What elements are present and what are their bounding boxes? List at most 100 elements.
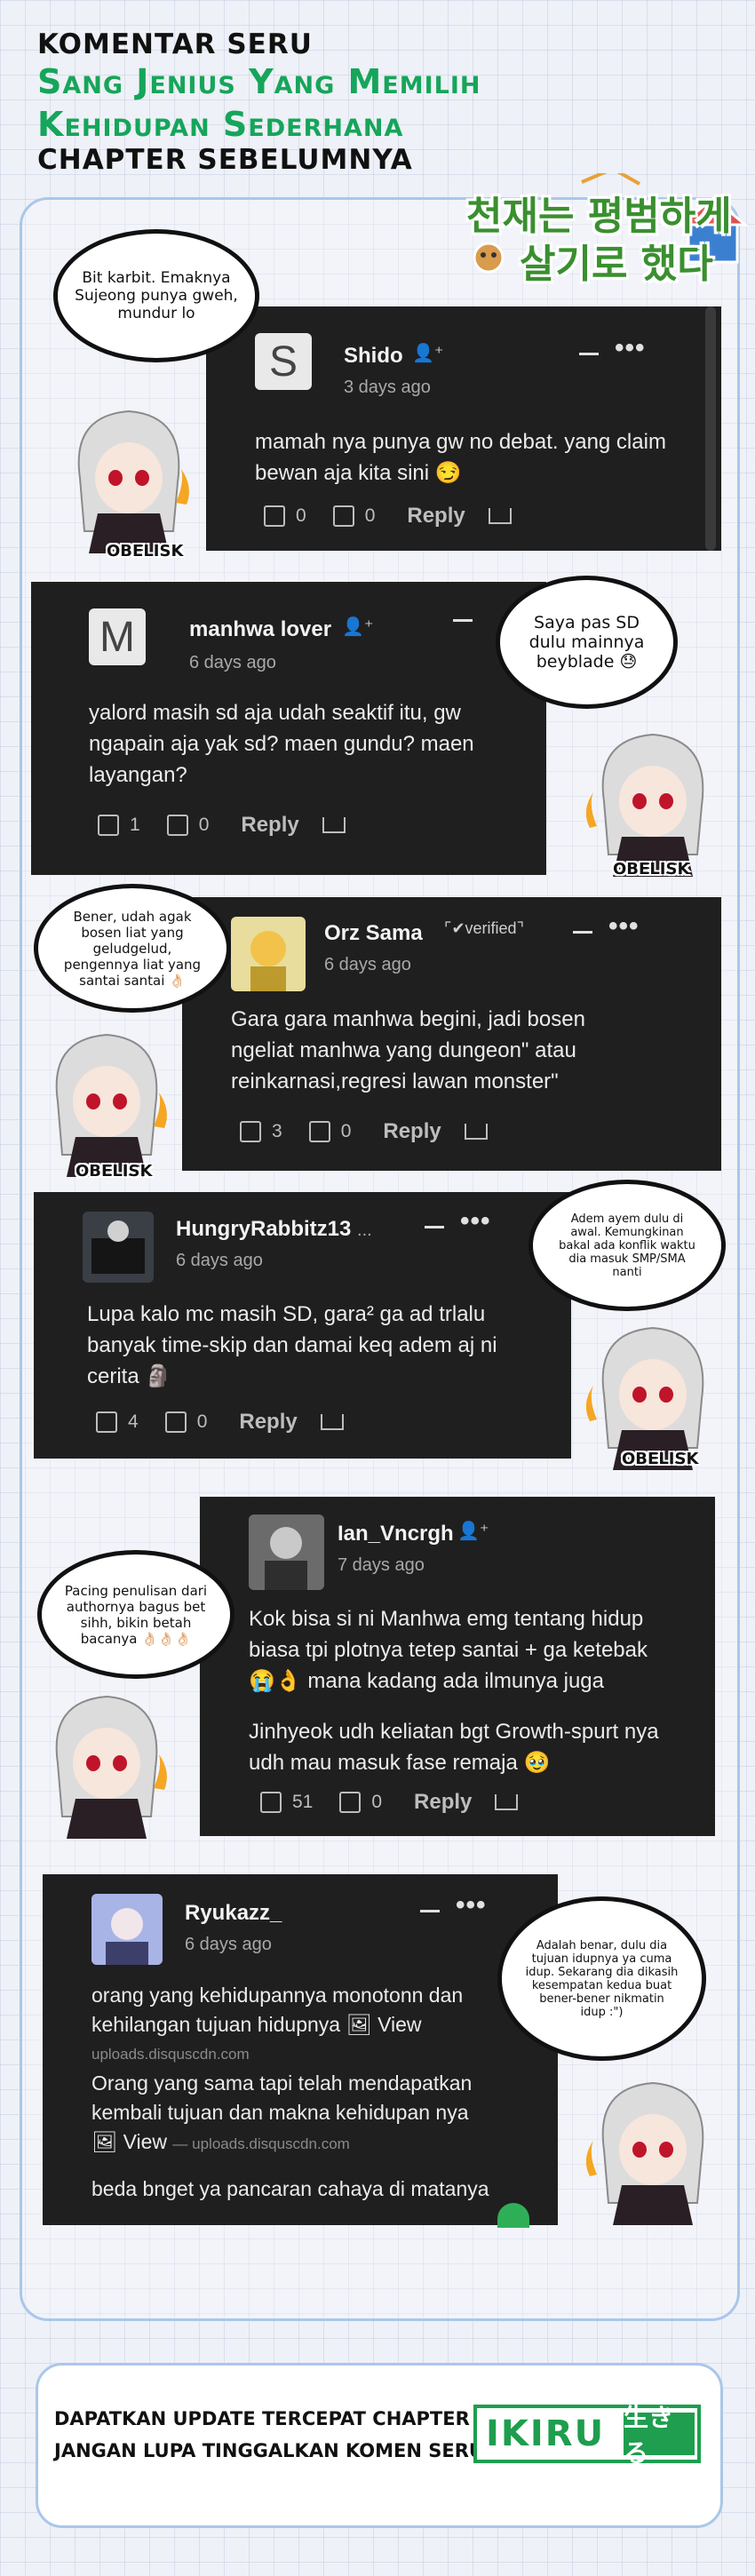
upvote-icon[interactable] — [240, 1121, 261, 1142]
username-truncation: ... — [357, 1220, 372, 1240]
collapse-icon[interactable] — [425, 1226, 444, 1228]
upvote-count: 0 — [296, 505, 306, 526]
comment-line: biasa tpi plotnya tetep santai + ga kete… — [249, 1638, 648, 1662]
comment-actions: 3 0 Reply — [240, 1119, 488, 1144]
reply-button[interactable]: Reply — [239, 1410, 297, 1435]
comment-date[interactable]: 6 days ago — [185, 1935, 272, 1955]
collapse-icon[interactable] — [453, 619, 473, 622]
speech-bubble: Saya pas SD dulu mainnya beyblade 😓 — [496, 576, 678, 709]
share-icon[interactable] — [464, 1124, 488, 1140]
downvote-icon[interactable] — [308, 1121, 330, 1142]
more-options-icon[interactable]: ••• — [615, 333, 646, 363]
comment-card: M manhwa lover 👤⁺ 6 days ago yalord masi… — [31, 582, 546, 875]
share-icon[interactable] — [322, 817, 346, 833]
bubble-text: Saya pas SD dulu mainnya beyblade 😓 — [528, 613, 645, 672]
character-tag: OBELISK — [613, 860, 690, 879]
character-illustration — [585, 1315, 719, 1470]
username-text: HungryRabbitz13 — [176, 1217, 352, 1241]
downvote-icon[interactable] — [166, 815, 188, 836]
character-drawing — [55, 1695, 167, 1839]
comment-text: orang yang kehidupannya monotonn dan keh… — [91, 1981, 489, 2204]
reply-button[interactable]: Reply — [407, 504, 465, 529]
character-tag: OBELISK — [107, 542, 184, 561]
downvote-icon[interactable] — [339, 1792, 362, 1813]
comment-date[interactable]: 3 days ago — [344, 378, 431, 398]
bubble-text: Adalah benar, dulu dia tujuan idupnya ya… — [525, 1938, 679, 2019]
bubble-text: Bener, udah agak bosen liat yang geludge… — [63, 908, 202, 989]
comment-actions: 4 0 Reply — [96, 1410, 344, 1435]
reply-button[interactable]: Reply — [414, 1790, 472, 1815]
comment-username[interactable]: Shido — [344, 344, 403, 369]
upvote-icon[interactable] — [98, 815, 119, 836]
avatar[interactable] — [231, 917, 306, 991]
more-options-icon[interactable]: ••• — [460, 1206, 491, 1236]
avatar[interactable]: M — [89, 608, 146, 665]
character-illustration — [585, 721, 719, 877]
link-domain[interactable]: uploads.disquscdn.com — [91, 2039, 489, 2069]
speech-bubble: Bit karbit. Emaknya Sujeong punya gweh, … — [53, 229, 259, 362]
upvote-icon[interactable] — [96, 1411, 117, 1433]
comment-username[interactable]: HungryRabbitz13 ... — [176, 1217, 372, 1242]
collapse-icon[interactable] — [579, 353, 599, 355]
image-icon: 🖼 — [91, 2130, 118, 2153]
downvote-count: 0 — [364, 505, 376, 526]
series-logo: 천재는 평범하게 살기로 했다 — [449, 173, 755, 293]
comment-date[interactable]: 6 days ago — [189, 653, 276, 673]
scrollbar[interactable] — [705, 306, 716, 551]
collapse-icon[interactable] — [573, 931, 592, 934]
verified-badge: ⌜✔verified⌝ — [444, 919, 524, 937]
upvote-icon[interactable] — [260, 1792, 282, 1813]
reply-button[interactable]: Reply — [383, 1119, 441, 1144]
avatar[interactable] — [91, 1894, 163, 1965]
avatar[interactable]: S — [255, 333, 312, 390]
follow-user-icon[interactable]: 👤⁺ — [457, 1520, 489, 1542]
comment-text: Lupa kalo mc masih SD, gara² ga ad trlal… — [87, 1299, 497, 1392]
reply-button[interactable]: Reply — [241, 813, 298, 838]
downvote-icon[interactable] — [332, 505, 354, 527]
chapter-label: CHAPTER SEBELUMNYA — [37, 144, 413, 176]
speech-bubble: Adem ayem dulu di awal. Kemungkinan baka… — [528, 1180, 726, 1311]
comment-card: Ryukazz_ ••• 6 days ago orang yang kehid… — [43, 1874, 558, 2225]
comment-actions: 1 0 Reply — [98, 813, 346, 838]
follow-user-icon[interactable]: 👤⁺ — [412, 342, 443, 364]
character-illustration — [40, 1683, 173, 1839]
avatar[interactable] — [83, 1212, 154, 1283]
more-options-icon[interactable]: ••• — [608, 911, 640, 942]
comment-line: ngeliat manhwa yang dungeon" atau — [231, 1038, 576, 1062]
more-options-icon[interactable]: ••• — [456, 1890, 487, 1920]
collapse-icon[interactable] — [420, 1910, 440, 1912]
comment-line: kembali tujuan dan makna kehidupan nya — [91, 2101, 469, 2124]
comment-line: banyak time-skip dan damai keq adem aj n… — [87, 1333, 497, 1357]
bubble-text: Pacing penulisan dari authornya bagus be… — [64, 1582, 208, 1647]
comment-line: beda bnget ya pancaran cahaya di matanya — [91, 2177, 489, 2200]
brand-jp: 生きる — [624, 2404, 695, 2467]
comment-username[interactable]: Ryukazz_ — [185, 1901, 282, 1926]
comment-date[interactable]: 6 days ago — [176, 1251, 263, 1271]
series-title-line1: Sang Jenius Yang Memilih — [37, 62, 481, 101]
view-link[interactable]: View — [378, 2013, 421, 2036]
link-domain[interactable]: — uploads.disquscdn.com — [172, 2135, 349, 2152]
share-icon[interactable] — [488, 508, 512, 524]
comment-username[interactable]: Orz Sama — [324, 921, 423, 946]
comment-actions: 51 0 Reply — [260, 1790, 519, 1815]
comment-line: Jinhyeok udh keliatan bgt Growth-spurt n… — [249, 1720, 659, 1744]
upvote-icon[interactable] — [264, 505, 285, 527]
comment-line: bewan aja kita sini 😏 — [255, 461, 462, 485]
avatar[interactable] — [249, 1515, 324, 1590]
comment-line: udh mau masuk fase remaja 🥹 — [249, 1751, 551, 1775]
comment-line: Orang yang sama tapi telah mendapatkan — [91, 2071, 473, 2095]
comment-date[interactable]: 6 days ago — [324, 955, 411, 975]
character-drawing — [585, 1326, 704, 1470]
downvote-count: 0 — [196, 1411, 208, 1432]
comment-line: 😭👌 mana kadang ada ilmunya juga — [249, 1669, 604, 1693]
comment-date[interactable]: 7 days ago — [338, 1555, 425, 1576]
comment-username[interactable]: manhwa lover — [189, 617, 331, 642]
view-link[interactable]: View — [123, 2130, 167, 2153]
share-icon[interactable] — [495, 1794, 519, 1810]
follow-user-icon[interactable]: 👤⁺ — [342, 616, 373, 638]
share-icon[interactable] — [320, 1414, 344, 1430]
comment-username[interactable]: Ian_Vncrgh — [338, 1522, 454, 1546]
downvote-icon[interactable] — [164, 1411, 187, 1433]
ikiru-logo[interactable]: IKIRU 生きる — [473, 2404, 701, 2467]
comment-line: orang yang kehidupannya monotonn dan — [91, 1984, 464, 2007]
